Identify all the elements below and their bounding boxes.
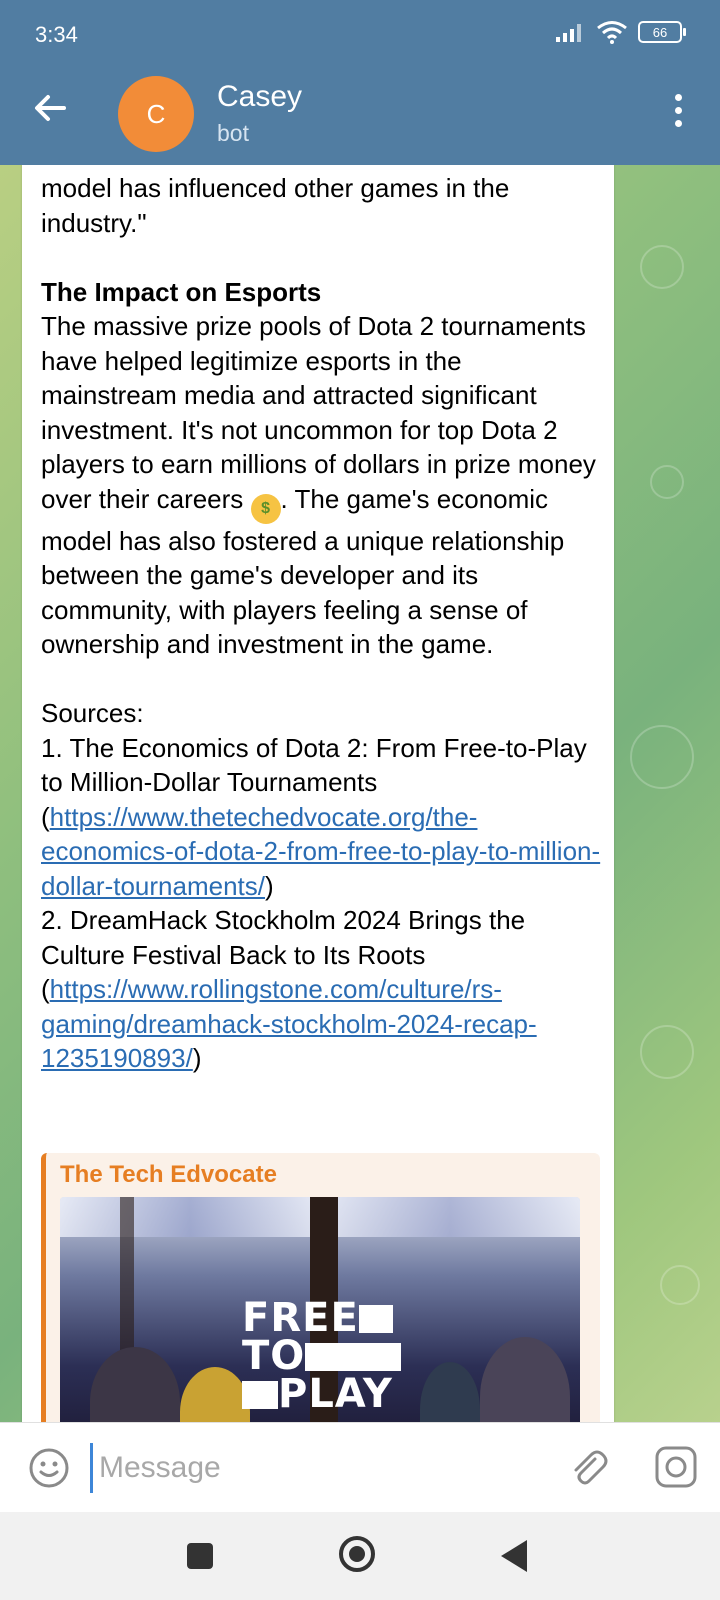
- battery-icon: 66: [638, 21, 686, 43]
- message-line: model has influenced other games in the: [41, 173, 510, 203]
- system-nav-bar: [0, 1512, 720, 1600]
- chat-subtitle: bot: [217, 120, 249, 146]
- home-icon[interactable]: [339, 1536, 375, 1572]
- source-title: 1. The Economics of Dota 2: From Free-to…: [41, 732, 587, 798]
- status-icons: 66: [554, 20, 686, 44]
- background-doodle: [660, 1265, 700, 1305]
- message-input-bar: [0, 1422, 720, 1513]
- signal-icon: [556, 24, 581, 42]
- section-heading: The Impact on Esports: [41, 276, 322, 307]
- status-bar: 3:34 66: [0, 0, 720, 70]
- chat-area[interactable]: "The success of Dota 2's economic model …: [0, 165, 720, 1422]
- link-preview[interactable]: The Tech Edvocate FREE TO PLAY: [41, 1153, 600, 1422]
- overlay-line: PLAY: [278, 1371, 393, 1417]
- status-time: 3:34: [35, 22, 78, 47]
- message-line: industry.": [41, 207, 147, 238]
- source-title: 2. DreamHack Stockholm 2024 Brings the C…: [41, 905, 526, 970]
- message-input[interactable]: [90, 1443, 541, 1493]
- preview-image: FREE TO PLAY: [60, 1197, 580, 1422]
- chat-header: C Casey bot: [0, 70, 720, 165]
- chat-title[interactable]: Casey: [217, 80, 302, 114]
- camera-icon[interactable]: [654, 1445, 698, 1489]
- battery-level: 66: [652, 24, 668, 40]
- emoji-icon[interactable]: [28, 1447, 70, 1489]
- avatar-letter: C: [146, 98, 166, 129]
- avatar[interactable]: C: [118, 76, 194, 152]
- more-menu-icon[interactable]: [672, 94, 684, 130]
- paragraph: The massive prize pools of Dota 2 tourna…: [41, 309, 601, 662]
- attach-icon[interactable]: [565, 1445, 609, 1489]
- source-item: 2. DreamHack Stockholm 2024 Brings the C…: [41, 905, 537, 1073]
- top-bar: 3:34 66 C Casey bot: [0, 0, 720, 165]
- preview-site-name: The Tech Edvocate: [60, 1161, 277, 1188]
- back-arrow-icon[interactable]: [30, 88, 70, 128]
- source-link[interactable]: https://www.thetechedvocate.org/the-econ…: [41, 802, 600, 901]
- background-doodle: [640, 245, 684, 289]
- recent-apps-icon[interactable]: [187, 1543, 213, 1569]
- source-item: 1. The Economics of Dota 2: From Free-to…: [41, 732, 601, 901]
- wifi-icon: [597, 21, 627, 44]
- background-doodle: [640, 1025, 694, 1079]
- preview-overlay-text: FREE TO PLAY: [242, 1298, 402, 1414]
- money-mouth-emoji-icon: $: [250, 493, 281, 524]
- nav-back-icon[interactable]: [501, 1540, 527, 1572]
- message-text: "The success of Dota 2's economic model …: [41, 165, 601, 1076]
- source-link[interactable]: https://www.rollingstone.com/culture/rs-…: [41, 974, 537, 1073]
- background-doodle: [650, 465, 684, 499]
- sources-label: Sources:: [41, 698, 144, 728]
- background-doodle: [630, 725, 694, 789]
